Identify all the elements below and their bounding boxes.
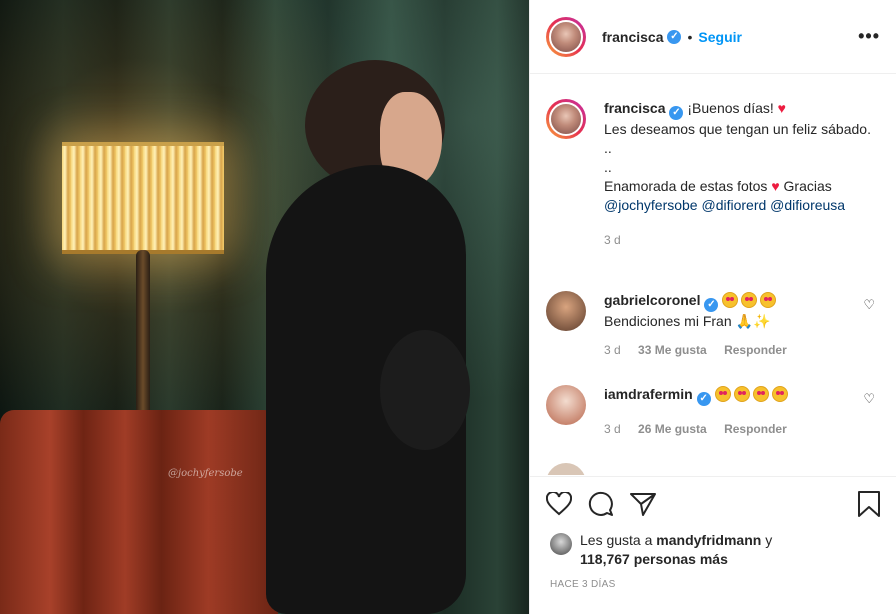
author-username[interactable]: francisca: [602, 29, 663, 45]
instagram-post: @jochyfersobe francisca ✓ • Seguir ••• f…: [0, 0, 896, 614]
commenter-avatar[interactable]: [546, 385, 586, 425]
comment-body: gabrielcoronel ✓ Bendiciones mi Fran 🙏✨ 3…: [604, 291, 874, 360]
like-comment-heart-icon[interactable]: ♡: [863, 391, 875, 407]
star-struck-emoji-icon: [771, 386, 788, 402]
caption-line3-end: Gracias: [783, 178, 832, 194]
comment-text: Bendiciones mi Fran: [604, 313, 732, 329]
comment-icon[interactable]: [588, 491, 614, 517]
author-avatar-ring[interactable]: [546, 16, 586, 57]
post-side-panel: francisca ✓ • Seguir ••• francisca ✓ ¡Bue…: [529, 0, 896, 614]
bookmark-icon[interactable]: [857, 490, 881, 518]
commenter-avatar[interactable]: [546, 463, 586, 475]
more-options-icon[interactable]: •••: [858, 26, 880, 47]
heart-icon[interactable]: [546, 492, 572, 516]
post-actions: Les gusta a mandyfridmann y 118,767 pers…: [530, 476, 896, 615]
follow-button[interactable]: Seguir: [698, 29, 742, 45]
sparkles-icon: ✨: [752, 313, 771, 329]
caption-avatar-ring[interactable]: [546, 99, 586, 139]
comment-meta: 3 d 33 Me gusta Responder: [604, 341, 874, 360]
caption-block: francisca ✓ ¡Buenos días! ♥ Les deseamos …: [530, 99, 896, 250]
liker-username[interactable]: mandyfridmann: [656, 532, 761, 548]
person-belly: [380, 330, 470, 450]
caption-line3: Enamorada de estas fotos: [604, 178, 768, 194]
caption-dots-1: ..: [604, 140, 612, 156]
verified-icon: ✓: [669, 106, 684, 120]
comment-likes[interactable]: 26 Me gusta: [638, 422, 707, 436]
caption-avatar: [549, 102, 583, 136]
commenter-username[interactable]: iamdrafermin: [604, 386, 693, 402]
like-comment-heart-icon[interactable]: ♡: [863, 297, 875, 313]
commenter-username[interactable]: gabrielcoronel: [604, 292, 700, 308]
posted-time[interactable]: HACE 3 DÍAS: [530, 569, 896, 590]
caption-time[interactable]: 3 d: [604, 233, 621, 247]
caption-line2: Les deseamos que tengan un feliz sábado.: [604, 121, 871, 137]
comment-time[interactable]: 3 d: [604, 422, 621, 436]
star-struck-emoji-icon: [714, 386, 731, 402]
comment-likes[interactable]: 33 Me gusta: [638, 343, 707, 357]
comment-meta: 3 d 26 Me gusta Responder: [604, 420, 874, 439]
red-heart-icon: ♥: [777, 100, 786, 116]
star-struck-emoji-icon: [733, 386, 750, 402]
photo-watermark: @jochyfersobe: [168, 468, 243, 479]
star-struck-emoji-icon: [760, 292, 777, 308]
likes-conj: y: [765, 532, 773, 548]
commenter-avatar[interactable]: [546, 291, 586, 331]
star-struck-emoji-icon: [752, 386, 769, 402]
comment-body: iamdrafermin ✓ 3 d 26 Me gusta Responder: [604, 385, 874, 439]
verified-icon: ✓: [696, 392, 711, 406]
red-chair: [0, 410, 278, 614]
reply-button[interactable]: Responder: [724, 422, 787, 436]
share-icon[interactable]: [630, 492, 656, 516]
likes-summary: Les gusta a mandyfridmann y 118,767 pers…: [530, 519, 896, 569]
post-photo[interactable]: @jochyfersobe: [0, 0, 529, 614]
caption-dots-2: ..: [604, 159, 612, 175]
comments-scroll[interactable]: francisca ✓ ¡Buenos días! ♥ Les deseamos …: [530, 75, 896, 475]
mention-link[interactable]: @difiorerd: [701, 197, 766, 213]
mention-link[interactable]: @jochyfersobe: [604, 197, 698, 213]
likes-count[interactable]: 118,767 personas más: [580, 551, 728, 567]
caption-line1: ¡Buenos días!: [687, 100, 774, 116]
caption-username[interactable]: francisca: [604, 100, 665, 116]
liker-avatar[interactable]: [550, 533, 572, 555]
action-icons: [530, 477, 896, 519]
comment-item: iamdrafermin ✓ 3 d 26 Me gusta Responder …: [530, 385, 896, 439]
praying-hands-icon: 🙏: [735, 313, 753, 329]
caption-meta: 3 d: [604, 231, 874, 250]
star-struck-emoji-icon: [722, 292, 739, 308]
likes-prefix: Les gusta a: [580, 532, 653, 548]
comment-time[interactable]: 3 d: [604, 343, 621, 357]
mention-link[interactable]: @difioreusa: [770, 197, 845, 213]
likes-text: Les gusta a mandyfridmann y 118,767 pers…: [580, 531, 772, 569]
separator-dot: •: [687, 28, 693, 45]
reply-button[interactable]: Responder: [724, 343, 787, 357]
red-heart-icon: ♥: [771, 178, 780, 194]
caption-text: francisca ✓ ¡Buenos días! ♥ Les deseamos …: [604, 99, 874, 250]
lamp-shade: [62, 142, 224, 254]
author-avatar: [549, 19, 583, 54]
verified-icon: ✓: [667, 29, 682, 44]
comment-item-partial: [530, 463, 896, 475]
comment-item: gabrielcoronel ✓ Bendiciones mi Fran 🙏✨ 3…: [530, 291, 896, 360]
verified-icon: ✓: [704, 298, 719, 312]
lamp-pole: [136, 250, 150, 420]
post-header: francisca ✓ • Seguir •••: [530, 0, 896, 74]
star-struck-emoji-icon: [741, 292, 758, 308]
